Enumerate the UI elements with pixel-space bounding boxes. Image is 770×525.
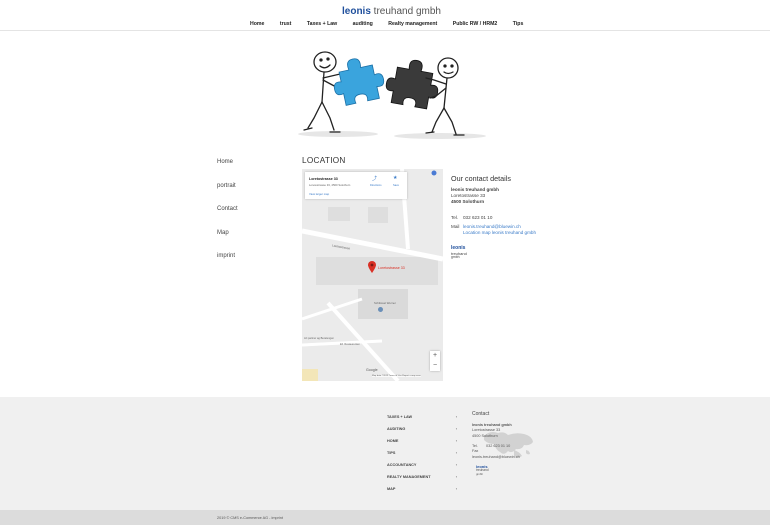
tel-value[interactable]: 032 623 01 10: [463, 215, 492, 220]
save-star-icon[interactable]: ★: [393, 175, 397, 181]
map-place-name: Loretostrasse 33: [309, 177, 338, 181]
dark-puzzle-piece: [385, 59, 439, 110]
sidenav-map[interactable]: Map: [217, 230, 238, 254]
copyright-text: 2019 © CMS e-Commerce AG: [217, 516, 269, 520]
chevron-right-icon: ›: [455, 487, 457, 491]
directions-label[interactable]: Directions: [370, 184, 382, 187]
location-map-link[interactable]: Location map leonis treuhand gmbh: [451, 230, 536, 236]
sidenav-imprint[interactable]: imprint: [217, 253, 238, 277]
footer-link-label: REALTY MANAGEMENT: [387, 475, 431, 479]
logo-rest: treuhand gmbh: [370, 6, 441, 17]
footer-link-accountancy[interactable]: ACCOUNTANCY ›: [387, 463, 457, 475]
footer-imprint-link[interactable]: imprint: [272, 516, 283, 520]
footer-link-taxes-law[interactable]: TAXES + LAW ›: [387, 415, 457, 427]
contact-details: Our contact details leonis treuhand gmbh…: [451, 174, 536, 260]
footer-link-label: AUDITING: [387, 427, 406, 431]
google-map[interactable]: Loretostrasse Loretostrasse 33 Loretostr…: [302, 169, 443, 381]
sidenav-portrait[interactable]: portrait: [217, 183, 238, 207]
poi-label-1: Schlüssel Werner: [374, 301, 396, 305]
map-footer-text[interactable]: Map data ©2019 Terms of Use Report a map…: [372, 375, 421, 377]
site-footer: [0, 397, 770, 510]
footer-email[interactable]: leonis.treuhand@bluewin.ch: [472, 455, 520, 460]
map-info-card: Loretostrasse 33 Loretostrasse 33, 4500 …: [305, 172, 407, 199]
nav-trust[interactable]: trust: [280, 21, 292, 27]
site-logo[interactable]: leonis treuhand gmbh: [342, 6, 441, 17]
chevron-right-icon: ›: [455, 463, 457, 467]
mail-link[interactable]: leonis.treuhand@bluewin.ch: [463, 224, 521, 229]
chevron-right-icon: ›: [455, 451, 457, 455]
poi-pin-icon: [378, 307, 383, 312]
copyright-line: 2019 © CMS e-Commerce AG - imprint: [217, 516, 283, 520]
footer-link-auditing[interactable]: AUDITING ›: [387, 427, 457, 439]
footer-logo: leonis treuhand gmbh: [472, 464, 520, 476]
tel-label: Tel.: [451, 215, 459, 221]
location-heading: LOCATION: [302, 156, 346, 165]
side-navigation: Home portrait Contact Map imprint: [217, 159, 238, 277]
sidenav-home[interactable]: Home: [217, 159, 238, 183]
nav-public-rw[interactable]: Public RW / HRM2: [453, 21, 498, 27]
footer-link-label: MAP: [387, 487, 396, 491]
chevron-right-icon: ›: [455, 427, 457, 431]
save-label[interactable]: Save: [393, 184, 399, 187]
map-marker-icon[interactable]: [368, 261, 376, 273]
zoom-out-button[interactable]: −: [430, 361, 440, 371]
footer-link-map[interactable]: MAP ›: [387, 487, 457, 499]
footer-link-realty-management[interactable]: REALTY MANAGEMENT ›: [387, 475, 457, 487]
poi-label-3: Ell. Restaurenten: [340, 343, 360, 346]
footer-link-label: ACCOUNTANCY: [387, 463, 417, 467]
nav-tips[interactable]: Tips: [513, 21, 524, 27]
footer-link-tips[interactable]: TIPS ›: [387, 451, 457, 463]
footer-link-home[interactable]: HOME ›: [387, 439, 457, 451]
top-navigation: Home trust Taxes + Law auditing Realty m…: [250, 21, 537, 27]
contact-title: Our contact details: [451, 174, 511, 183]
footer-link-label: HOME: [387, 439, 399, 443]
nav-auditing[interactable]: auditing: [353, 21, 373, 27]
logo-brand: leonis: [342, 6, 371, 17]
footer-contact: Contact leonis treuhand gmbh Loretostras…: [472, 411, 520, 476]
marker-label: Loretostrasse 33: [378, 266, 405, 270]
footer-links: TAXES + LAW › AUDITING › HOME › TIPS › ACCOU…: [387, 415, 457, 499]
contact-logo-line3: gmbh: [451, 255, 460, 260]
map-place-address: Loretostrasse 33, 4500 Solothurn: [309, 183, 351, 187]
footer-tel-value[interactable]: 032 623 01 10: [486, 444, 510, 448]
contact-logo: leonis treuhand gmbh: [451, 246, 536, 260]
sidenav-contact[interactable]: Contact: [217, 206, 238, 230]
blue-puzzle-piece: [333, 58, 385, 106]
map-larger-link[interactable]: View larger map: [309, 192, 329, 196]
google-logo: Google: [366, 368, 378, 372]
puzzle-illustration: [298, 51, 486, 139]
site-header: leonis treuhand gmbh Home trust Taxes + …: [0, 0, 770, 31]
footer-link-label: TIPS: [387, 451, 396, 455]
nav-realty-management[interactable]: Realty management: [388, 21, 437, 27]
directions-icon[interactable]: ⤴: [372, 175, 377, 182]
bottom-bar: [0, 510, 770, 525]
map-streets: [302, 169, 443, 381]
nav-taxes-law[interactable]: Taxes + Law: [307, 21, 337, 27]
zoom-control: + −: [430, 351, 440, 371]
mail-label: Mail: [451, 224, 460, 230]
chevron-right-icon: ›: [455, 439, 457, 443]
footer-link-label: TAXES + LAW: [387, 415, 413, 419]
chevron-right-icon: ›: [455, 475, 457, 479]
chevron-right-icon: ›: [455, 415, 457, 419]
nav-home[interactable]: Home: [250, 21, 264, 27]
poi-label-2: Art partner ag Beratungen: [304, 337, 334, 340]
footer-logo-line3: gmbh: [476, 471, 483, 476]
zoom-in-button[interactable]: +: [430, 351, 440, 361]
footer-contact-title: Contact: [472, 411, 490, 417]
